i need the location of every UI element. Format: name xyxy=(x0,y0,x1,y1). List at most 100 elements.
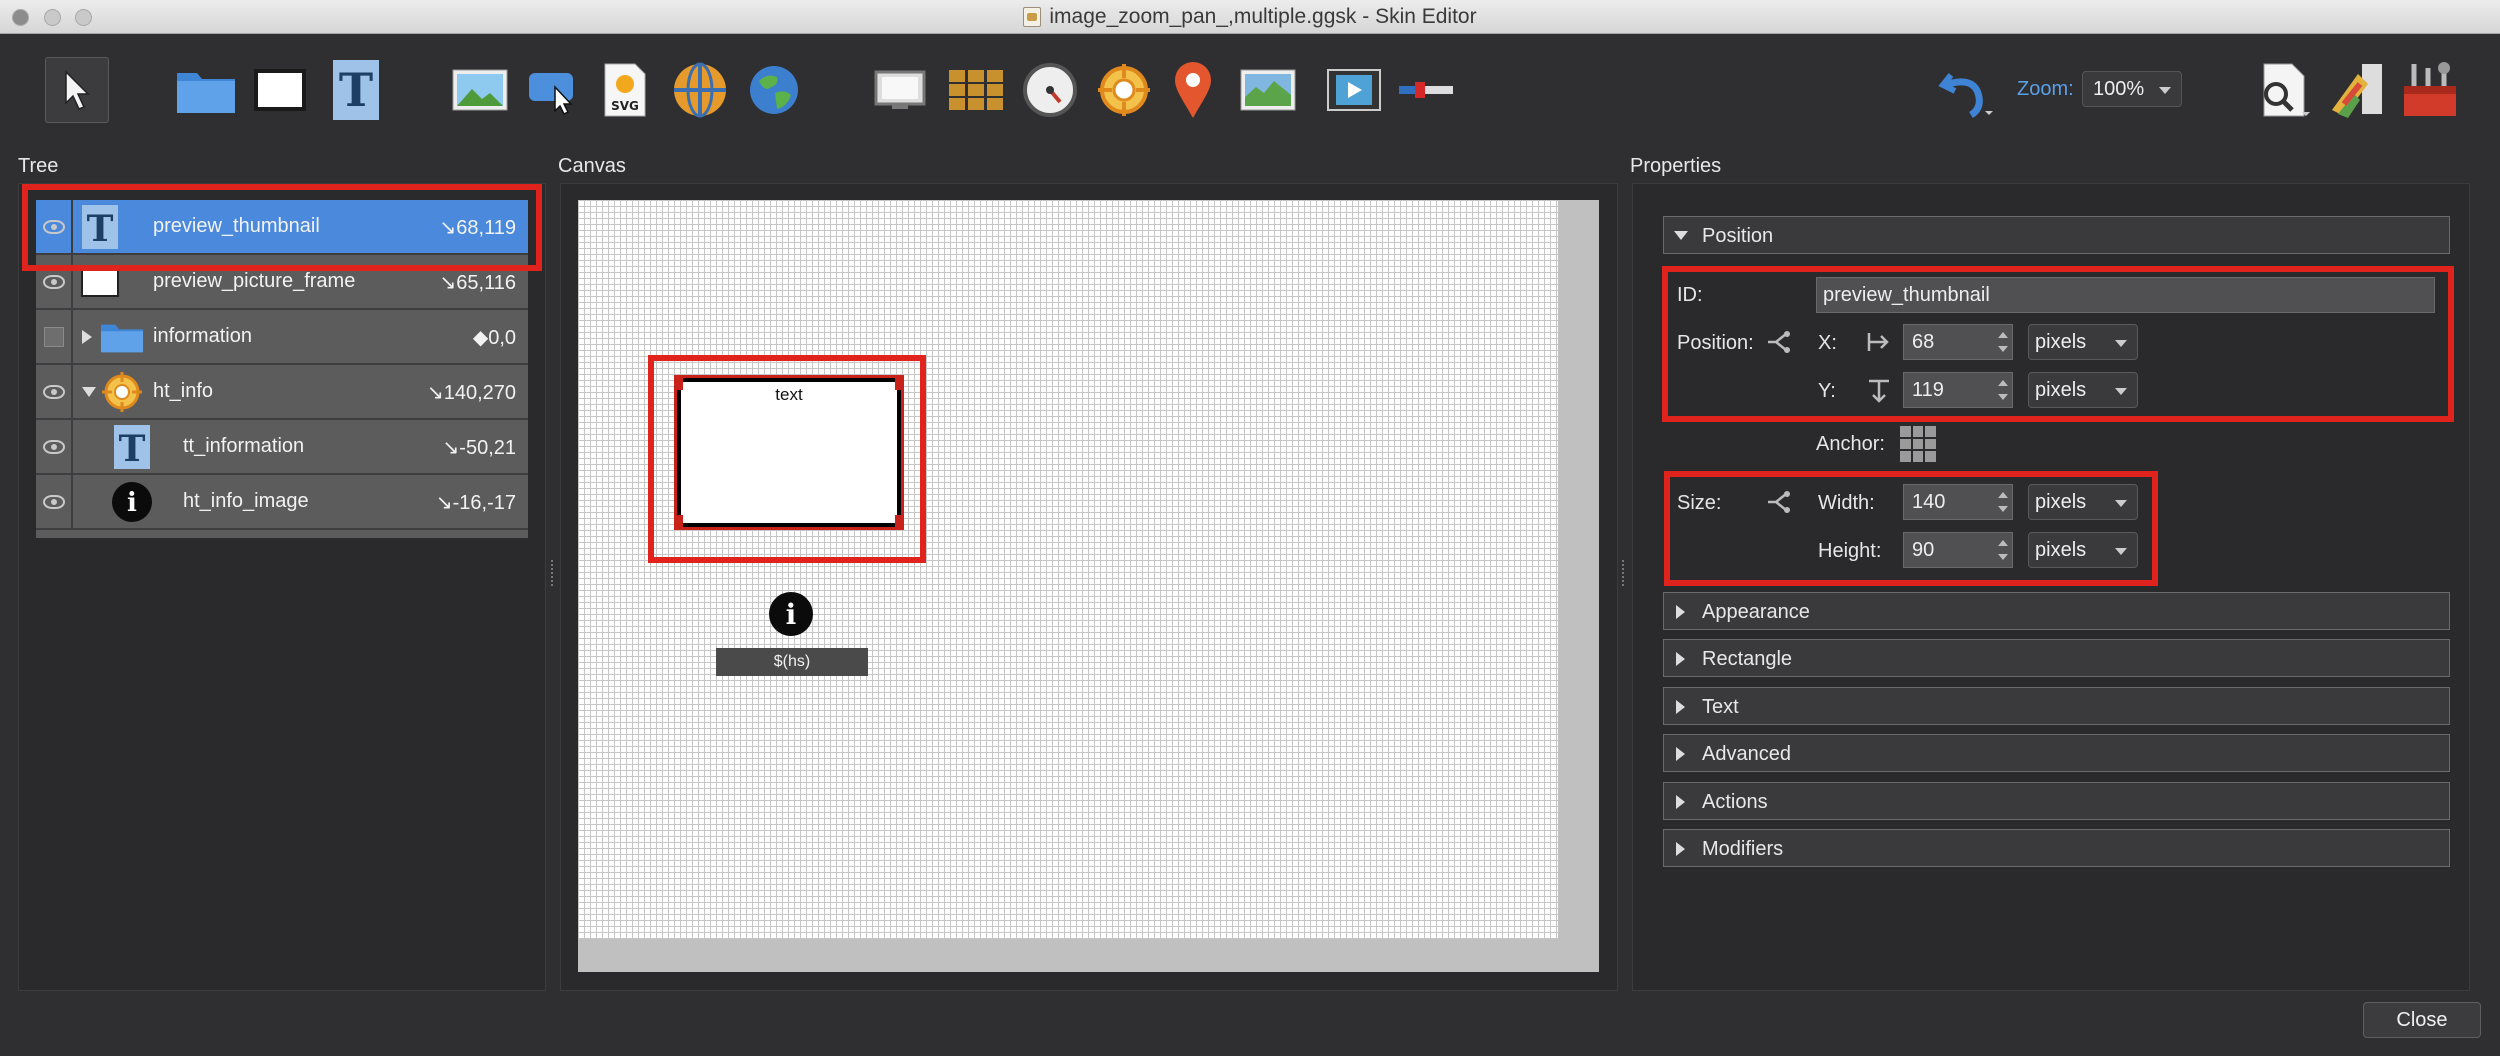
text-t-icon: T xyxy=(333,60,379,120)
x-unit-select[interactable]: pixels xyxy=(2028,324,2138,360)
screen-tool[interactable] xyxy=(872,55,928,125)
close-window-button[interactable] xyxy=(12,9,29,26)
width-value-field[interactable]: 140 xyxy=(1903,484,2013,520)
hotspot-text-label[interactable]: $(hs) xyxy=(716,648,868,676)
window-title: image_zoom_pan_,multiple.ggsk - Skin Edi… xyxy=(1049,5,1477,28)
decrement-icon[interactable] xyxy=(1998,346,2008,352)
increment-icon[interactable] xyxy=(1998,380,2008,386)
container-tool[interactable] xyxy=(172,55,240,125)
video-tool[interactable] xyxy=(1324,55,1384,125)
toolbox-button[interactable] xyxy=(2398,55,2462,125)
width-unit-select[interactable]: pixels xyxy=(2028,484,2138,520)
visibility-checkbox[interactable] xyxy=(36,310,73,363)
tree-row[interactable]: Ttt_information ↘-50,21 xyxy=(36,420,528,475)
tree-row[interactable]: Tpreview_thumbnail ↘68,119 xyxy=(36,200,528,255)
visibility-eye-icon[interactable] xyxy=(36,420,73,473)
tree-row[interactable]: i ht_info_image ↘-16,-17 xyxy=(36,475,528,530)
map-tool[interactable] xyxy=(1238,55,1298,125)
y-label: Y: xyxy=(1818,380,1836,402)
tree-row[interactable]: ht_info ↘140,270 xyxy=(36,365,528,420)
chevron-right-icon[interactable] xyxy=(82,330,92,344)
size-label: Size: xyxy=(1677,492,1722,514)
link-size-icon[interactable] xyxy=(1766,490,1792,519)
select-pointer-tool[interactable] xyxy=(45,57,109,123)
tree-canvas-splitter[interactable] xyxy=(551,560,555,586)
image-tool[interactable] xyxy=(450,55,510,125)
increment-icon[interactable] xyxy=(1998,492,2008,498)
y-value-field[interactable]: 119 xyxy=(1903,372,2013,408)
x-value-field[interactable]: 68 xyxy=(1903,324,2013,360)
panorama-tool[interactable] xyxy=(668,55,732,125)
svg-text:T: T xyxy=(87,208,114,249)
pointer-arrow-icon xyxy=(65,70,90,110)
position-label: Position: xyxy=(1677,332,1754,354)
tree-row[interactable]: preview_picture_frame ↘65,116 xyxy=(36,255,528,310)
canvas-grid[interactable] xyxy=(578,200,1558,939)
tree-row[interactable]: information ◆0,0 xyxy=(36,310,528,365)
canvas-properties-splitter[interactable] xyxy=(1622,560,1626,586)
chevron-down-icon[interactable] xyxy=(82,387,96,397)
zoom-select[interactable]: 100% xyxy=(2082,71,2182,107)
window-title-bar: image_zoom_pan_,multiple.ggsk - Skin Edi… xyxy=(0,0,2500,34)
visibility-eye-icon[interactable] xyxy=(36,200,73,253)
theme-button[interactable] xyxy=(2326,55,2390,125)
screen-icon xyxy=(874,70,926,109)
decrement-icon[interactable] xyxy=(1998,506,2008,512)
height-value-field[interactable]: 90 xyxy=(1903,532,2013,568)
increment-icon[interactable] xyxy=(1998,332,2008,338)
zoom-window-button[interactable] xyxy=(75,9,92,26)
hotspot-tool[interactable] xyxy=(744,55,804,125)
visibility-eye-icon[interactable] xyxy=(36,255,73,308)
folder-icon xyxy=(100,315,144,359)
close-button[interactable]: Close xyxy=(2363,1002,2481,1038)
resize-handle[interactable] xyxy=(895,515,901,527)
height-unit-select[interactable]: pixels xyxy=(2028,532,2138,568)
rectangle-tool[interactable] xyxy=(248,55,312,125)
visibility-eye-icon[interactable] xyxy=(36,365,73,418)
section-text[interactable]: Text xyxy=(1663,687,2450,725)
x-label: X: xyxy=(1818,332,1837,354)
visibility-eye-icon[interactable] xyxy=(36,475,73,528)
preview-button[interactable] xyxy=(2250,55,2314,125)
tree-item-label: information xyxy=(153,325,252,347)
section-rectangle[interactable]: Rectangle xyxy=(1663,639,2450,677)
tree-item-coordinates: ↘140,270 xyxy=(426,382,516,404)
grid-tool[interactable] xyxy=(944,55,1008,125)
section-modifiers[interactable]: Modifiers xyxy=(1663,829,2450,867)
slider-tool[interactable] xyxy=(1396,55,1456,125)
minimize-window-button[interactable] xyxy=(44,9,61,26)
tree-item-coordinates: ↘68,119 xyxy=(439,217,516,239)
magnifier-document-icon xyxy=(2263,63,2310,117)
map-pin-tool[interactable] xyxy=(1168,55,1218,125)
chevron-right-icon xyxy=(1676,747,1685,761)
resize-handle[interactable] xyxy=(677,515,683,527)
tree-item-label: preview_thumbnail xyxy=(153,215,320,237)
section-actions[interactable]: Actions xyxy=(1663,782,2450,820)
chevron-right-icon xyxy=(1676,605,1685,619)
undo-button[interactable] xyxy=(1934,55,1998,125)
anchor-grid-icon[interactable] xyxy=(1900,426,1936,462)
target-icon xyxy=(1098,64,1150,116)
svg-icon: SVG xyxy=(604,63,646,117)
id-field[interactable]: preview_thumbnail xyxy=(1816,277,2435,313)
section-position[interactable]: Position xyxy=(1663,216,2450,254)
compass-tool[interactable] xyxy=(1020,55,1080,125)
info-circle-icon[interactable]: i xyxy=(769,592,813,636)
globe-icon xyxy=(750,66,798,114)
button-cursor-icon xyxy=(529,73,573,115)
text-tool[interactable]: T xyxy=(330,55,382,125)
increment-icon[interactable] xyxy=(1998,540,2008,546)
hotspot-target-tool[interactable] xyxy=(1094,55,1154,125)
button-tool[interactable] xyxy=(526,55,582,125)
section-advanced[interactable]: Advanced xyxy=(1663,734,2450,772)
checkbox xyxy=(43,326,64,347)
y-unit-select[interactable]: pixels xyxy=(2028,372,2138,408)
svg-tool[interactable]: SVG xyxy=(600,55,650,125)
tree-list: Tpreview_thumbnail ↘68,119 preview_picture… xyxy=(36,200,528,538)
toolbar: T SVG Zoom: 100% xyxy=(0,35,2500,145)
decrement-icon[interactable] xyxy=(1998,554,2008,560)
decrement-icon[interactable] xyxy=(1998,394,2008,400)
section-appearance[interactable]: Appearance xyxy=(1663,592,2450,630)
link-position-icon[interactable] xyxy=(1766,330,1792,359)
info-circle-icon: i xyxy=(110,480,154,524)
